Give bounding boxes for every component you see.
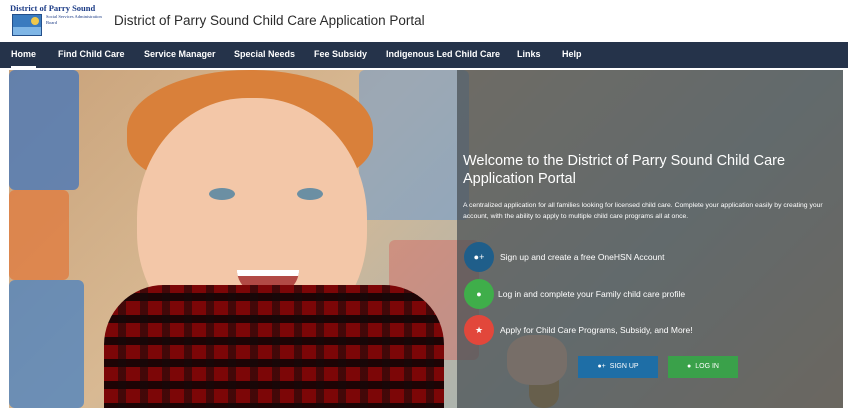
step-sign-up-text: Sign up and create a free OneHSN Account bbox=[500, 252, 665, 262]
main-nav: Home Find Child Care Service Manager Spe… bbox=[0, 42, 848, 68]
child-eye bbox=[209, 188, 235, 200]
logo-emblem-icon bbox=[12, 14, 42, 36]
nav-fee-subsidy[interactable]: Fee Subsidy bbox=[314, 42, 367, 68]
step-log-in-text: Log in and complete your Family child ca… bbox=[498, 289, 686, 299]
site-title: District of Parry Sound Child Care Appli… bbox=[114, 13, 425, 28]
user-plus-icon: ●+ bbox=[597, 363, 606, 370]
nav-home[interactable]: Home bbox=[11, 42, 37, 68]
nav-service-manager[interactable]: Service Manager bbox=[144, 42, 216, 68]
background-block bbox=[9, 190, 69, 280]
background-block bbox=[359, 70, 469, 220]
nav-special-needs[interactable]: Special Needs bbox=[234, 42, 295, 68]
nav-find-child-care[interactable]: Find Child Care bbox=[58, 42, 125, 68]
logo[interactable]: District of Parry Sound Social Services … bbox=[10, 3, 102, 38]
log-in-button[interactable]: ● LOG IN bbox=[668, 356, 738, 378]
user-icon: ● bbox=[464, 279, 494, 309]
welcome-heading: Welcome to the District of Parry Sound C… bbox=[463, 153, 786, 187]
nav-links[interactable]: Links bbox=[517, 42, 541, 68]
background-block bbox=[9, 70, 79, 190]
child-plaid-pattern bbox=[104, 285, 444, 408]
star-icon: ★ bbox=[464, 315, 494, 345]
nav-indigenous-led-child-care[interactable]: Indigenous Led Child Care bbox=[386, 42, 500, 68]
step-apply-text: Apply for Child Care Programs, Subsidy, … bbox=[500, 325, 693, 335]
welcome-description: A centralized application for all famili… bbox=[463, 202, 823, 220]
sign-up-button[interactable]: ●+ SIGN UP bbox=[578, 356, 658, 378]
user-plus-icon: ●+ bbox=[464, 242, 494, 272]
child-eye bbox=[297, 188, 323, 200]
user-icon: ● bbox=[687, 363, 692, 370]
site-header: District of Parry Sound Social Services … bbox=[0, 0, 848, 42]
background-block bbox=[9, 280, 84, 408]
nav-help[interactable]: Help bbox=[562, 42, 582, 68]
logo-title: District of Parry Sound bbox=[10, 3, 96, 13]
log-in-label: LOG IN bbox=[695, 363, 719, 370]
logo-subtitle: Social Services Administration Board bbox=[46, 14, 102, 25]
sign-up-label: SIGN UP bbox=[609, 363, 639, 370]
